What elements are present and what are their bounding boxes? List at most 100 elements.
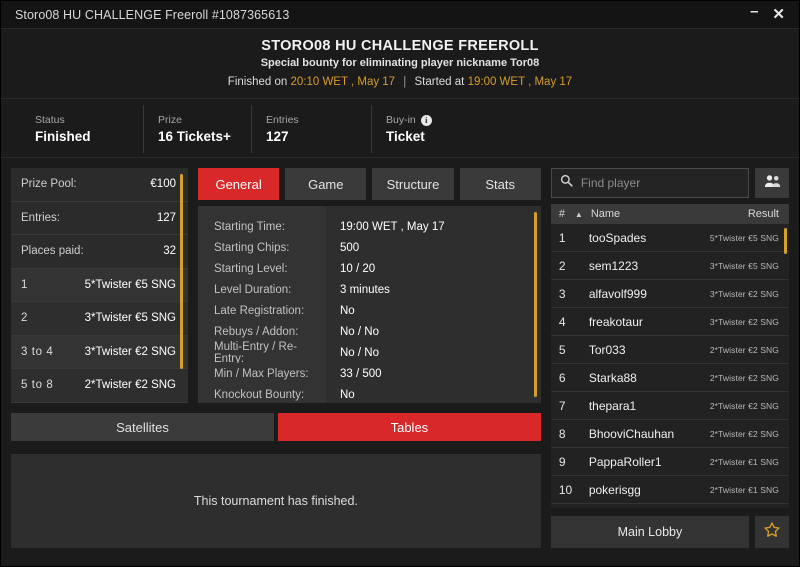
prize-pool-row: Places paid: 32 (11, 235, 188, 269)
window-title: Storo08 HU CHALLENGE Freeroll #108736561… (15, 8, 750, 22)
started-label: Started at (415, 76, 465, 88)
stat-status-label: Status (35, 114, 143, 126)
places-paid-key: Places paid: (21, 245, 84, 257)
general-value: 3 minutes (326, 284, 390, 296)
payout-prize: 3*Twister €2 SNG (85, 346, 176, 358)
general-scrollbar[interactable] (534, 212, 537, 397)
favorite-button[interactable] (755, 516, 789, 548)
table-row[interactable]: 3 alfavolf999 3*Twister €2 SNG (551, 280, 789, 308)
column-header-rank[interactable]: # (559, 208, 575, 220)
player-rank: 1 (559, 231, 589, 245)
stat-entries-value: 127 (266, 129, 371, 144)
prize-pool-scrollbar[interactable] (180, 174, 183, 369)
general-value: No / No (326, 326, 379, 338)
payout-row: 1 5*Twister €5 SNG (11, 269, 188, 303)
table-row[interactable]: 2 sem1223 3*Twister €5 SNG (551, 252, 789, 280)
general-info-panel: Starting Time: 19:00 WET , May 17 Starti… (198, 206, 541, 403)
general-row: Min / Max Players: 33 / 500 (198, 363, 541, 384)
payout-rank: 2 (21, 312, 28, 324)
players-list: 1 tooSpades 5*Twister €5 SNG 2 sem1223 3… (551, 224, 789, 508)
table-row[interactable]: 9 PappaRoller1 2*Twister €1 SNG (551, 448, 789, 476)
table-row[interactable]: 5 Tor033 2*Twister €2 SNG (551, 336, 789, 364)
search-input[interactable]: Find player (551, 168, 749, 198)
finished-time: 20:10 WET , May 17 (290, 76, 395, 88)
player-rank: 2 (559, 259, 589, 273)
payout-rank: 5 to 8 (21, 379, 53, 391)
prize-pool-row: Entries: 127 (11, 202, 188, 236)
general-key: Starting Time: (198, 216, 326, 237)
stat-prize-value: 16 Tickets+ (158, 129, 251, 144)
general-row: Knockout Bounty: No (198, 384, 541, 403)
payout-rank: 3 to 4 (21, 346, 53, 358)
table-row[interactable]: 4 freakotaur 3*Twister €2 SNG (551, 308, 789, 336)
general-value: 500 (326, 242, 359, 254)
player-rank: 8 (559, 427, 589, 441)
tables-empty-message: This tournament has finished. (11, 454, 541, 548)
general-row: Starting Level: 10 / 20 (198, 258, 541, 279)
player-name: Starka88 (589, 371, 710, 385)
window-controls: – ✕ (750, 7, 789, 22)
player-rank: 4 (559, 315, 589, 329)
payout-prize: 3*Twister €5 SNG (85, 312, 176, 324)
player-name: Tor033 (589, 343, 710, 357)
general-row: Multi-Entry / Re-Entry: No / No (198, 342, 541, 363)
player-name: alfavolf999 (589, 287, 710, 301)
general-value: 33 / 500 (326, 368, 382, 380)
column-header-result[interactable]: Result (748, 208, 779, 220)
main-lobby-button[interactable]: Main Lobby (551, 516, 749, 548)
table-row[interactable]: 8 BhooviChauhan 2*Twister €2 SNG (551, 420, 789, 448)
search-placeholder: Find player (581, 176, 640, 190)
column-header-name[interactable]: Name (591, 208, 748, 220)
people-button[interactable] (755, 168, 789, 198)
places-paid-value: 32 (163, 245, 176, 257)
bottom-tabs: Satellites Tables (11, 413, 541, 441)
stat-entries-label: Entries (266, 114, 371, 126)
player-rank: 6 (559, 371, 589, 385)
tab-general[interactable]: General (198, 168, 279, 200)
search-icon (560, 174, 573, 192)
minimize-icon[interactable]: – (750, 4, 758, 19)
table-row[interactable]: 6 Starka88 2*Twister €2 SNG (551, 364, 789, 392)
tab-stats[interactable]: Stats (460, 168, 541, 200)
stat-prize: Prize 16 Tickets+ (143, 105, 251, 153)
payout-row: 3 to 4 3*Twister €2 SNG (11, 336, 188, 370)
player-result: 2*Twister €2 SNG (710, 401, 779, 411)
general-key: Starting Chips: (198, 237, 326, 258)
entries-value: 127 (157, 212, 176, 224)
stat-buyin-value: Ticket (386, 129, 511, 144)
payout-row: 9 to 16 2*Twister €1 SNG (11, 403, 188, 404)
tournament-stats-strip: Status Finished Prize 16 Tickets+ Entrie… (1, 99, 799, 158)
tab-game[interactable]: Game (285, 168, 366, 200)
player-result: 2*Twister €2 SNG (710, 373, 779, 383)
sort-asc-icon[interactable]: ▲ (575, 210, 591, 219)
player-name: freakotaur (589, 315, 710, 329)
stat-buyin-label: Buy-in i (386, 114, 511, 126)
general-rows: Starting Time: 19:00 WET , May 17 Starti… (198, 216, 541, 403)
tab-tables[interactable]: Tables (278, 413, 541, 441)
info-icon[interactable]: i (421, 115, 432, 126)
general-row: Rebuys / Addon: No / No (198, 321, 541, 342)
table-row[interactable]: 7 thepara1 2*Twister €2 SNG (551, 392, 789, 420)
player-name: tooSpades (589, 231, 710, 245)
player-rank: 9 (559, 455, 589, 469)
player-name: sem1223 (589, 259, 710, 273)
info-tabs: General Game Structure Stats (198, 168, 541, 200)
stat-status: Status Finished (1, 105, 143, 153)
tournament-subtitle: Special bounty for eliminating player ni… (1, 57, 799, 69)
tab-structure[interactable]: Structure (372, 168, 453, 200)
general-key: Starting Level: (198, 258, 326, 279)
table-row[interactable]: 1 tooSpades 5*Twister €5 SNG (551, 224, 789, 252)
left-top-row: Prize Pool: €100 Entries: 127 Places pai… (11, 168, 541, 403)
players-column: Find player # ▲ Name (551, 168, 789, 548)
player-name: thepara1 (589, 399, 710, 413)
general-row: Starting Time: 19:00 WET , May 17 (198, 216, 541, 237)
general-key: Multi-Entry / Re-Entry: (198, 342, 326, 363)
stat-buyin-label-text: Buy-in (386, 114, 416, 126)
tab-satellites[interactable]: Satellites (11, 413, 274, 441)
table-row[interactable]: 10 pokerisgg 2*Twister €1 SNG (551, 476, 789, 504)
player-search-row: Find player (551, 168, 789, 198)
prize-pool-value: €100 (150, 178, 176, 190)
players-table-header: # ▲ Name Result (551, 204, 789, 224)
players-scrollbar[interactable] (784, 228, 787, 254)
close-icon[interactable]: ✕ (772, 7, 785, 22)
